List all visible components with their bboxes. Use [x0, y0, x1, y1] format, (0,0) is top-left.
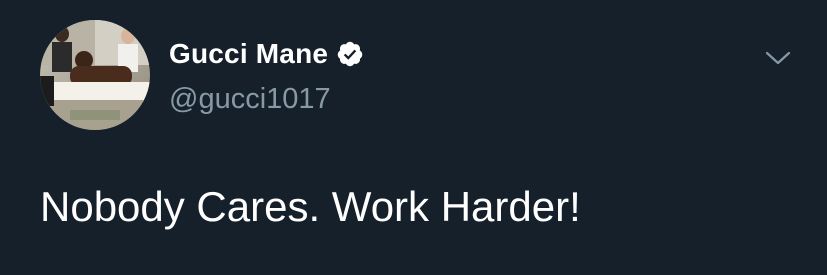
chevron-down-icon[interactable] [764, 48, 792, 68]
tweet-text: Nobody Cares. Work Harder! [40, 183, 581, 230]
avatar[interactable] [40, 20, 150, 130]
user-handle[interactable]: @gucci1017 [169, 82, 364, 116]
verified-badge-icon [336, 40, 364, 68]
display-name[interactable]: Gucci Mane [169, 36, 328, 72]
tweet-card: Gucci Mane @gucci1017 Nobody Cares. Work… [0, 0, 827, 275]
name-row: Gucci Mane [169, 36, 364, 72]
author-info: Gucci Mane @gucci1017 [169, 36, 364, 116]
avatar-image [40, 20, 150, 130]
